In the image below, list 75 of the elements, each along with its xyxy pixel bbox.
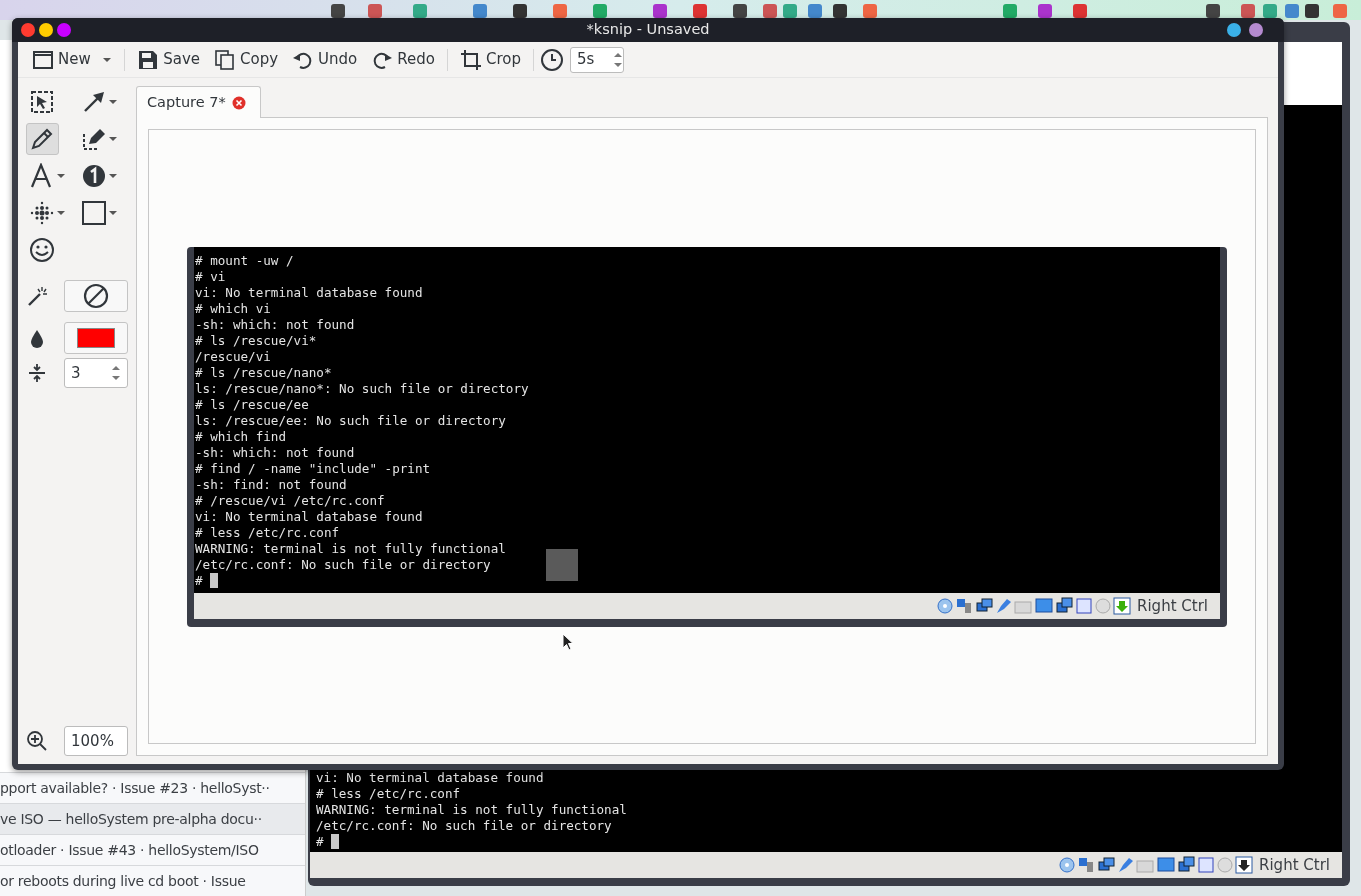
text-cursor — [331, 834, 340, 849]
terminal-line: /etc/rc.conf: No such file or directory — [195, 557, 492, 573]
terminal-line: # ls /rescue/nano* — [195, 365, 333, 381]
timer-icon — [540, 47, 564, 72]
copy-button[interactable]: Copy — [208, 46, 285, 73]
zoom-field[interactable]: 100% — [64, 726, 128, 756]
caret-icon[interactable] — [109, 136, 117, 142]
pencil-icon — [29, 126, 55, 152]
save-icon — [137, 48, 160, 71]
mouse-pointer-icon — [562, 633, 574, 651]
terminal-line: ls: /rescue/ee: No such file or directory — [195, 413, 507, 429]
terminal-line: # mount -uw / — [195, 253, 295, 269]
terminal-line: /etc/rc.conf: No such file or directory — [316, 818, 613, 834]
save-button[interactable]: Save — [131, 46, 207, 73]
terminal-line: vi: No terminal database found — [195, 509, 424, 525]
terminal-line: ls: /rescue/nano*: No such file or directory — [195, 381, 530, 397]
tab-list-item[interactable]: or reboots during live cd boot · Issue — [0, 865, 305, 896]
smiley-icon — [29, 237, 55, 263]
terminal-line: # which vi — [195, 301, 272, 317]
terminal-line: WARNING: terminal is not fully functional — [316, 802, 628, 818]
undo-button[interactable]: Undo — [286, 46, 364, 73]
terminal-line: -sh: which: not found — [195, 445, 356, 461]
magic-wand-icon — [26, 285, 48, 307]
caret-icon[interactable] — [57, 173, 65, 179]
new-button[interactable]: New — [26, 46, 119, 73]
no-fill-icon — [83, 283, 109, 309]
delay-spinbox[interactable]: 5s — [570, 46, 624, 73]
spin-arrows-icon[interactable] — [111, 363, 121, 383]
selection-icon — [29, 89, 55, 115]
window-icon — [32, 48, 54, 71]
blur-icon — [29, 200, 55, 226]
terminal-line: vi: No terminal database found — [195, 285, 424, 301]
host-key-label: Right Ctrl — [1259, 854, 1330, 876]
text-cursor — [210, 573, 219, 588]
width-spinbox[interactable]: 3 — [64, 358, 128, 388]
marker-icon — [81, 126, 107, 152]
terminal-line: WARNING: terminal is not fully functional — [195, 541, 507, 557]
caret-icon[interactable] — [109, 99, 117, 105]
caret-icon[interactable] — [57, 210, 65, 216]
terminal-line: # vi — [195, 269, 227, 285]
tool-button[interactable] — [26, 123, 59, 155]
rectangle-icon — [81, 200, 107, 226]
crop-icon — [460, 48, 482, 71]
caret-icon[interactable] — [102, 56, 113, 63]
caret-icon[interactable] — [109, 210, 117, 216]
tab-list-item[interactable]: otloader · Issue #43 · helloSystem/ISO — [0, 834, 305, 865]
terminal-line: # /rescue/vi /etc/rc.conf — [195, 493, 386, 509]
terminal-line: -sh: find: not found — [195, 477, 348, 493]
terminal-line: # — [195, 573, 1220, 589]
crop-button[interactable]: Crop — [454, 46, 527, 73]
terminal-line: -sh: which: not found — [195, 317, 356, 333]
tab-list-item[interactable]: pport available? · Issue #23 · helloSyst·· — [0, 772, 305, 803]
terminal-line: vi: No terminal database found — [316, 770, 545, 786]
terminal-line: # ls /rescue/vi* — [195, 333, 318, 349]
number-icon — [81, 163, 107, 189]
redo-button[interactable]: Redo — [365, 46, 441, 73]
tab-list-item[interactable]: ve ISO — helloSystem pre-alpha docu·· — [0, 803, 305, 834]
close-icon[interactable] — [231, 95, 246, 110]
terminal-line: # which find — [195, 429, 287, 445]
capture-tab[interactable]: Capture 7* — [136, 86, 261, 118]
copy-icon — [214, 48, 237, 71]
terminal-line: # — [316, 834, 1342, 850]
color-button[interactable] — [64, 322, 128, 354]
screen-artifact — [546, 549, 578, 581]
terminal-line: # less /etc/rc.conf — [316, 786, 462, 802]
terminal-line: # ls /rescue/ee — [195, 397, 310, 413]
terminal-line: # find / -name "include" -print — [195, 461, 432, 477]
spacing-icon — [26, 362, 48, 384]
caret-icon[interactable] — [109, 173, 117, 179]
terminal-line: /rescue/vi — [195, 349, 272, 365]
window-title: *ksnip - Unsaved — [585, 20, 711, 40]
zoom-in-icon[interactable] — [26, 730, 48, 752]
host-key-label: Right Ctrl — [1137, 595, 1208, 617]
terminal-line: # less /etc/rc.conf — [195, 525, 341, 541]
fill-button[interactable] — [64, 280, 128, 312]
